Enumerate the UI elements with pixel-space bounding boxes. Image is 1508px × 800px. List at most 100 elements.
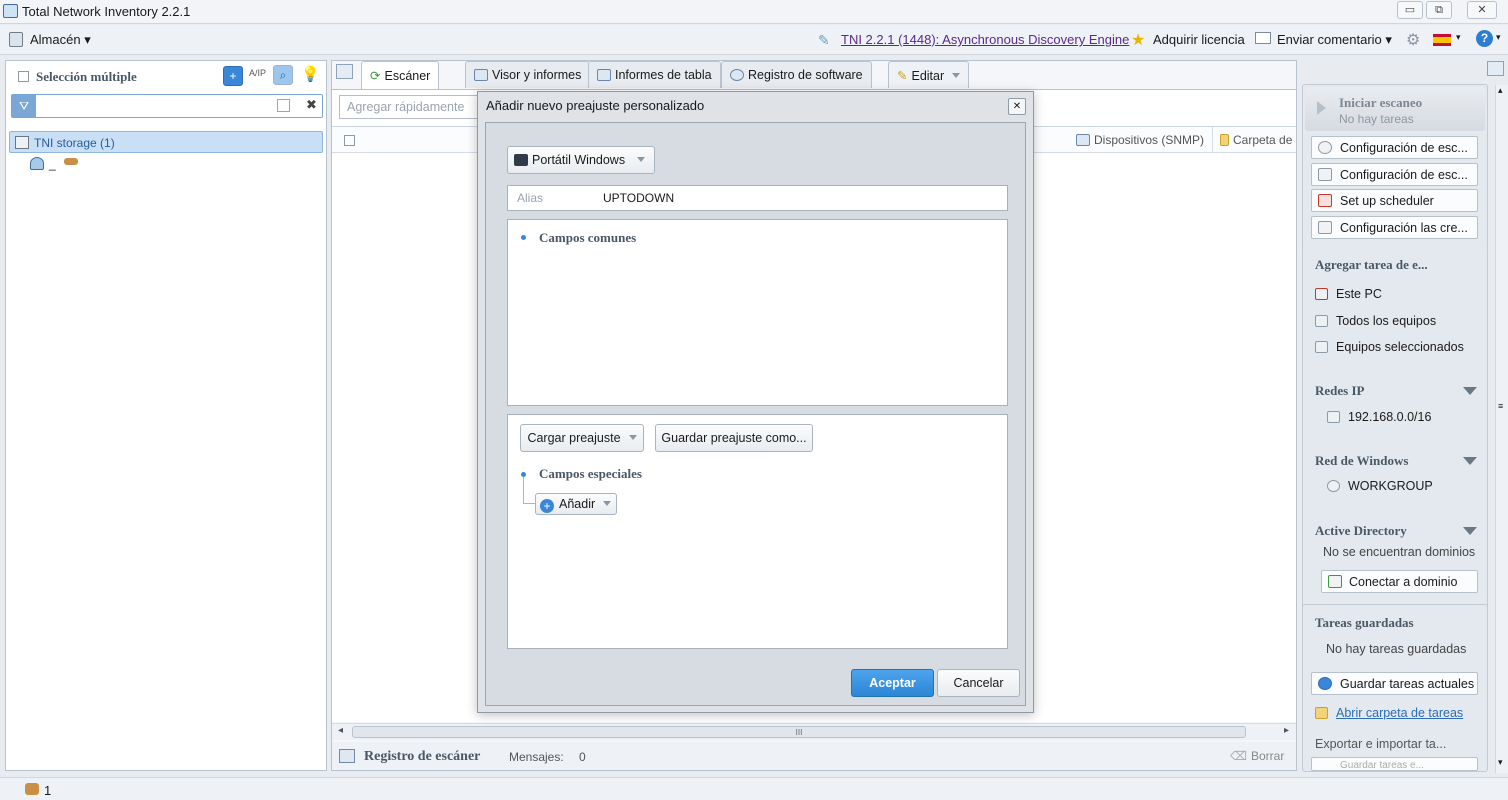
network-icon [1327, 411, 1340, 423]
search-icon[interactable]: ⌕ [273, 65, 293, 85]
common-fields-panel: Campos comunes [507, 219, 1008, 406]
help-dropdown-caret[interactable]: ▾ [1496, 32, 1501, 43]
tab-edit[interactable]: ✎ Editar [888, 61, 970, 88]
credentials-config-label: Configuración las cre... [1340, 221, 1468, 235]
saved-tasks-box: Tareas guardadas No hay tareas guardadas… [1302, 604, 1488, 772]
document-icon [1318, 168, 1332, 181]
select-all-checkbox[interactable] [344, 135, 355, 146]
add-selected-computers[interactable]: Equipos seleccionados [1315, 340, 1464, 354]
add-circle-icon [1318, 677, 1332, 690]
vertical-scrollbar[interactable]: ▴ ≡ ▾ [1495, 85, 1508, 773]
workgroup-item[interactable]: WORKGROUP [1327, 479, 1433, 493]
cancel-button[interactable]: Cancelar [937, 669, 1020, 697]
handshake-icon [25, 783, 39, 795]
minimize-button[interactable]: ▭ [1397, 1, 1423, 19]
log-title: Registro de escáner [364, 749, 481, 764]
add-field-label: Añadir [559, 497, 596, 511]
scan-config-button-1[interactable]: Configuración de esc... [1311, 136, 1478, 159]
tab-viewer[interactable]: Visor y informes [465, 61, 591, 88]
ip-network-item[interactable]: 192.168.0.0/16 [1327, 410, 1431, 424]
tab-table-reports-label: Informes de tabla [615, 68, 712, 82]
filter-input[interactable]: ⛛ ✖ [11, 94, 323, 118]
home-icon [1315, 288, 1328, 300]
dialog-close-button[interactable]: ✕ [1008, 98, 1026, 115]
storage-menu-label: Almacén [30, 32, 81, 47]
add-this-pc[interactable]: Este PC [1315, 287, 1382, 301]
connect-domain-button[interactable]: Conectar a dominio [1321, 570, 1478, 593]
add-field-caret [603, 501, 612, 506]
ip-network-label: 192.168.0.0/16 [1348, 410, 1432, 424]
tab-table-reports[interactable]: Informes de tabla [588, 61, 721, 88]
storage-icon [15, 136, 29, 149]
scroll-thumb[interactable]: III [352, 726, 1246, 738]
table-icon [597, 69, 611, 81]
column-folder[interactable]: Carpeta de [1220, 133, 1292, 147]
alias-label: Alias [517, 191, 544, 205]
start-scan-button[interactable]: Iniciar escaneo No hay tareas [1305, 87, 1485, 131]
windows-network-chevron-icon[interactable] [1463, 457, 1477, 465]
alias-field[interactable]: Alias UPTODOWN [507, 185, 1008, 211]
clear-filter-icon[interactable]: ✖ [306, 97, 317, 113]
maximize-button[interactable]: ⧉ [1426, 1, 1452, 19]
scroll-right-arrow[interactable]: ▸ [1284, 725, 1289, 736]
send-feedback-menu[interactable]: Enviar comentario ▾ [1277, 32, 1392, 48]
save-tasks-button[interactable]: Guardar tareas e... [1311, 757, 1478, 771]
ip-toggle-icon[interactable]: A/IP [249, 68, 266, 78]
envelope-icon [1255, 32, 1271, 44]
active-directory-chevron-icon[interactable] [1463, 527, 1477, 535]
snmp-icon [1076, 134, 1090, 146]
add-task-heading: Agregar tarea de e... [1315, 257, 1428, 272]
scroll-left-arrow[interactable]: ◂ [338, 725, 343, 736]
save-filter-icon[interactable] [277, 99, 290, 112]
save-current-tasks-button[interactable]: Guardar tareas actuales [1311, 672, 1478, 695]
scroll-grip[interactable]: ≡ [1498, 401, 1503, 411]
scroll-down-arrow[interactable]: ▾ [1498, 757, 1503, 768]
play-icon [1317, 101, 1326, 115]
language-dropdown-caret[interactable]: ▾ [1456, 32, 1461, 43]
gear-icon[interactable]: ⚙ [1406, 30, 1420, 50]
device-type-dropdown[interactable]: Portátil Windows [507, 146, 655, 174]
collapse-left-icon[interactable] [336, 64, 353, 79]
multi-select-checkbox[interactable] [18, 71, 29, 82]
tab-scanner[interactable]: ⟳ Escáner [361, 61, 440, 90]
update-link[interactable]: TNI 2.2.1 (1448): Asynchronous Discovery… [841, 32, 1129, 47]
dialog-body: Portátil Windows Alias UPTODOWN Campos c… [485, 122, 1026, 706]
spain-flag-icon[interactable] [1433, 34, 1451, 46]
open-tasks-folder-link[interactable]: Abrir carpeta de tareas [1315, 706, 1463, 720]
column-divider [1212, 127, 1213, 153]
tree-connector [523, 477, 524, 503]
buy-license-link[interactable]: Adquirir licencia [1153, 32, 1245, 47]
add-all-computers[interactable]: Todos los equipos [1315, 314, 1436, 328]
clear-log-button[interactable]: ⌫ Borrar [1230, 749, 1284, 763]
tab-software-registry[interactable]: Registro de software [721, 61, 872, 88]
load-preset-dropdown[interactable]: Cargar preajuste [520, 424, 644, 452]
help-icon[interactable]: ? [1476, 30, 1493, 47]
quick-add-input[interactable]: Agregar rápidamente [339, 95, 489, 119]
close-window-button[interactable]: ✕ [1467, 1, 1497, 19]
save-preset-as-button[interactable]: Guardar preajuste como... [655, 424, 813, 452]
scan-config-button-2[interactable]: Configuración de esc... [1311, 163, 1478, 186]
add-icon[interactable]: + [223, 66, 243, 86]
calendar-icon [1318, 194, 1332, 207]
windows-network-heading: Red de Windows [1315, 453, 1409, 468]
storage-menu[interactable]: Almacén ▾ [30, 32, 91, 48]
tree-root-item[interactable]: TNI storage (1) [9, 131, 323, 153]
scroll-up-arrow[interactable]: ▴ [1498, 85, 1503, 96]
export-import-text: Exportar e importar ta... [1315, 737, 1447, 751]
ok-button[interactable]: Aceptar [851, 669, 934, 697]
column-folder-label: Carpeta de [1233, 133, 1293, 147]
add-field-button[interactable]: + Añadir [535, 493, 617, 515]
bullet-icon [521, 235, 526, 240]
ip-networks-heading: Redes IP [1315, 383, 1365, 398]
horizontal-scrollbar[interactable]: ◂ III ▸ [332, 723, 1296, 740]
credentials-config-button[interactable]: Configuración las cre... [1311, 216, 1478, 239]
computers-icon [1315, 315, 1328, 327]
scheduler-button[interactable]: Set up scheduler [1311, 189, 1478, 212]
multi-select-label: Selección múltiple [36, 69, 137, 84]
tree-child-item[interactable]: _ [30, 157, 90, 175]
lightbulb-icon[interactable]: 💡 [301, 65, 320, 83]
ip-networks-chevron-icon[interactable] [1463, 387, 1477, 395]
status-count: 1 [44, 783, 52, 798]
collapse-right-icon[interactable] [1487, 61, 1504, 76]
column-devices-snmp[interactable]: Dispositivos (SNMP) [1076, 133, 1204, 147]
